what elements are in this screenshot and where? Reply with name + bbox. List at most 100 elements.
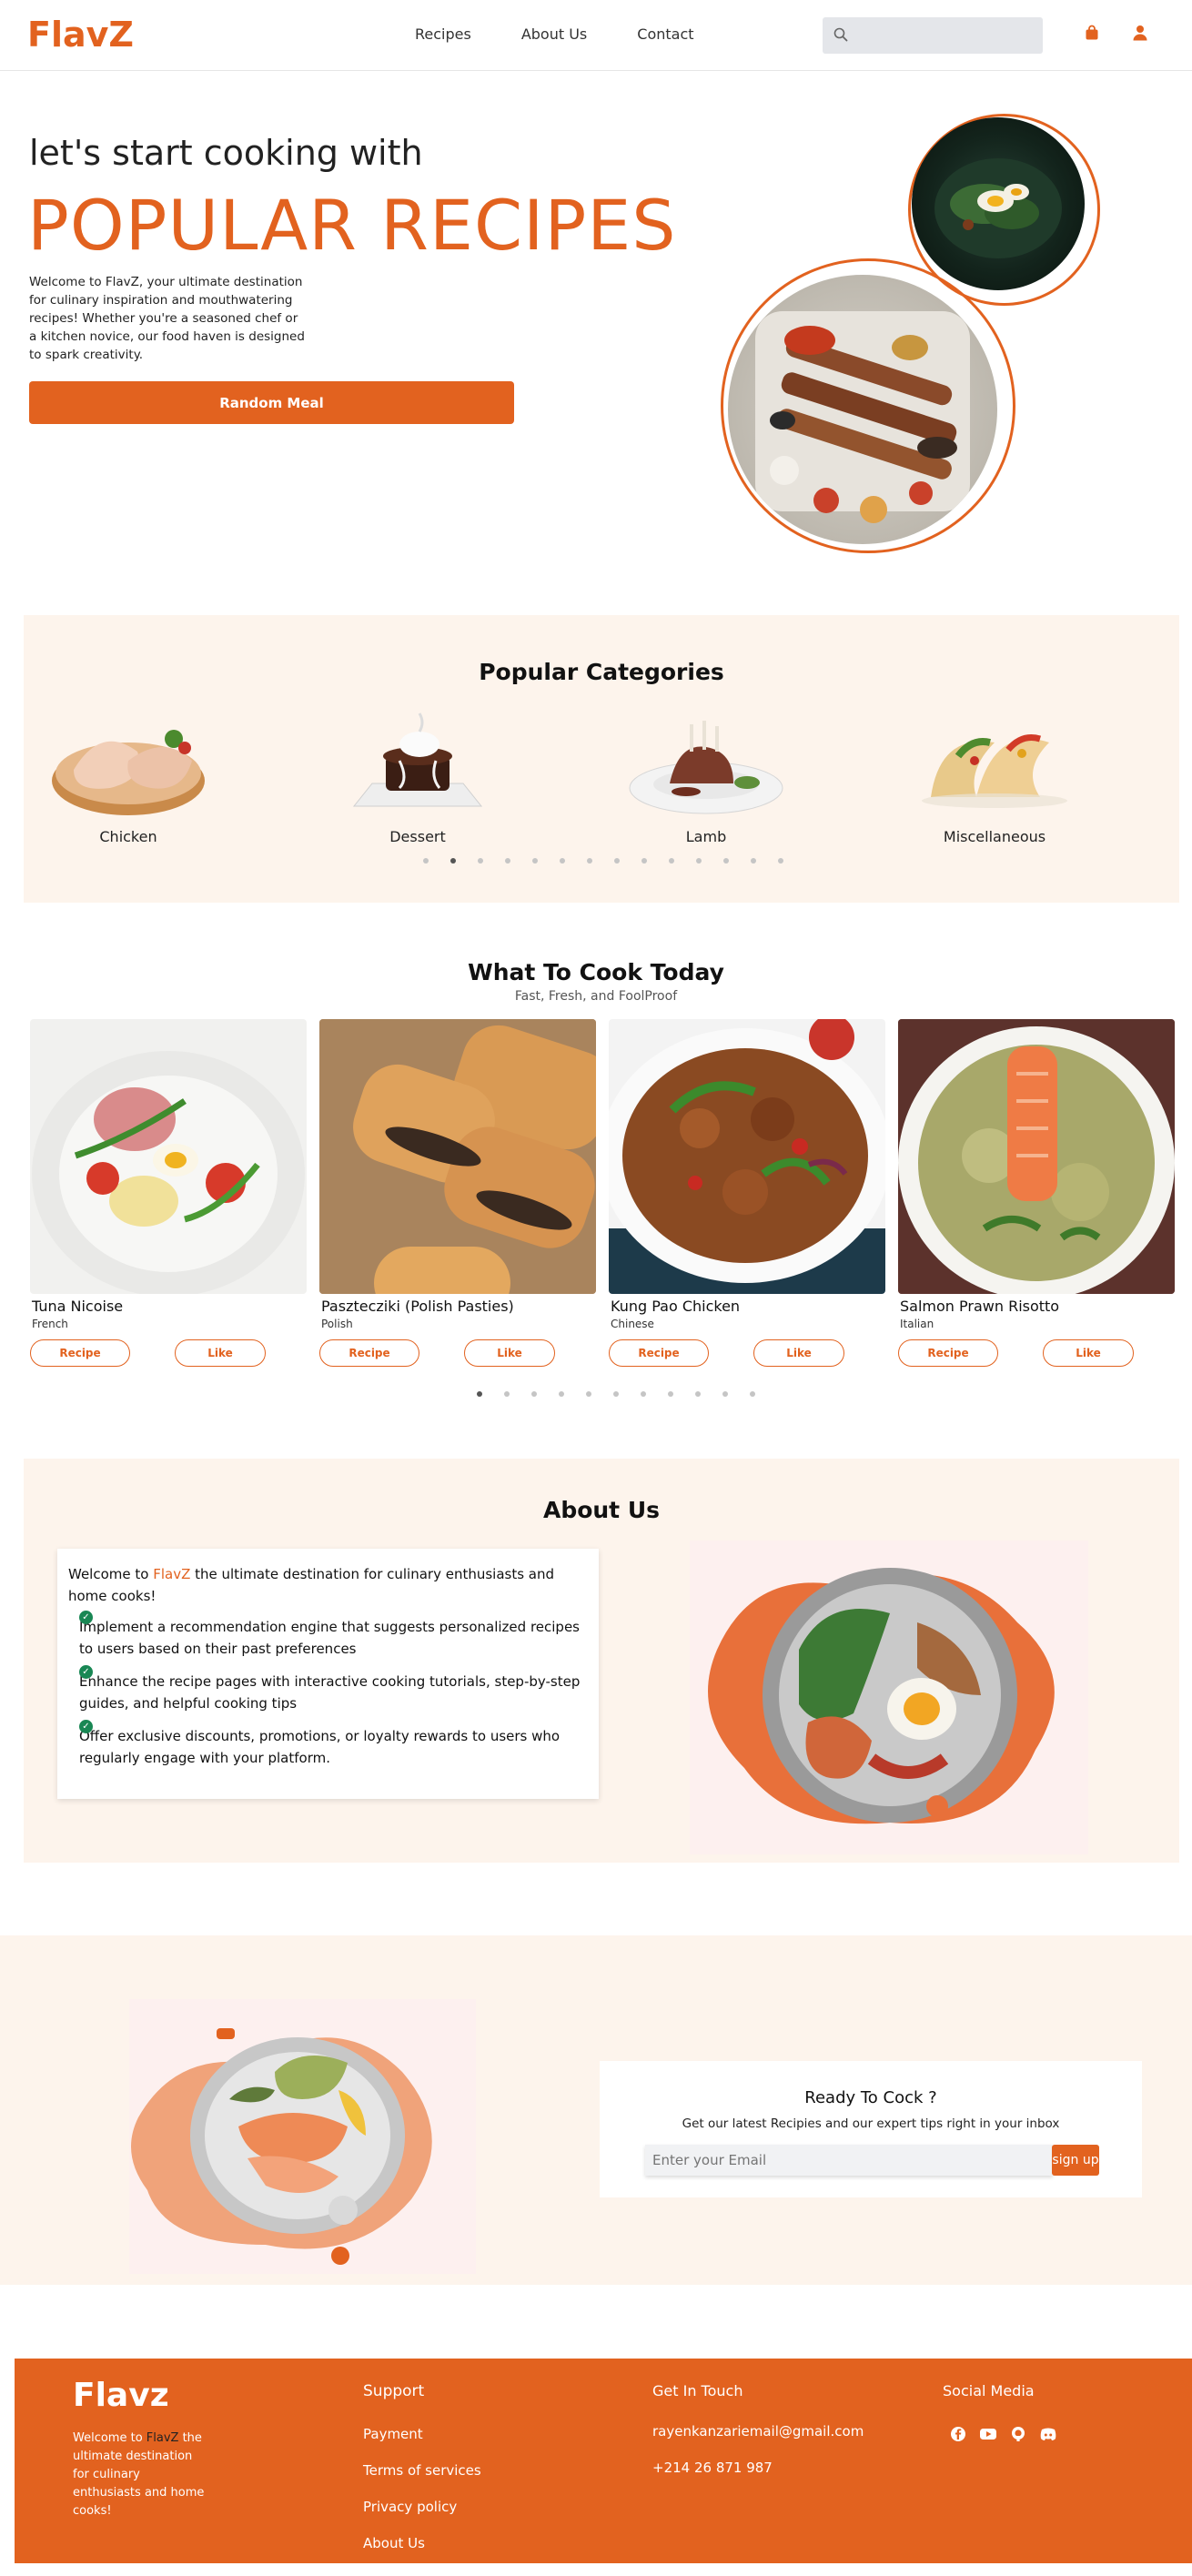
categories-section: Popular Categories Chicken Dessert Lamb … [24, 615, 1179, 903]
about-feature-item: ✓ Offer exclusive discounts, promotions, … [68, 1720, 588, 1769]
carousel-dot[interactable] [614, 858, 620, 864]
carousel-dot[interactable] [696, 858, 702, 864]
carousel-dot[interactable] [695, 1391, 701, 1397]
search-box [823, 17, 1043, 54]
category-chicken[interactable]: Chicken [37, 706, 219, 845]
category-label: Lamb [685, 828, 727, 845]
recipe-photo[interactable] [319, 1019, 596, 1294]
sign-up-button[interactable]: sign up [1052, 2145, 1099, 2176]
footer-brand: FlavZ [146, 2431, 179, 2445]
nav-link-recipes[interactable]: Recipes [415, 25, 471, 43]
like-button[interactable]: Like [175, 1339, 266, 1367]
like-button[interactable]: Like [1043, 1339, 1134, 1367]
carousel-dot[interactable] [723, 858, 729, 864]
footer: Flavz Welcome to FlavZ the ultimate dest… [15, 2359, 1192, 2563]
footer-email-link[interactable]: rayenkanzariemail@gmail.com [652, 2423, 864, 2440]
nav-link-about[interactable]: About Us [521, 25, 587, 43]
footer-link-payment[interactable]: Payment [363, 2426, 423, 2442]
check-icon: ✓ [79, 1720, 93, 1733]
carousel-dot[interactable] [722, 1391, 728, 1397]
newsletter-section: Ready To Cock ? Get our latest Recipies … [0, 1935, 1192, 2285]
recipe-name: Tuna Nicoise [32, 1298, 124, 1315]
navbar: FlavZ Recipes About Us Contact [0, 0, 1192, 71]
about-intro-text: Welcome to [68, 1566, 154, 1582]
carousel-dot[interactable] [778, 858, 783, 864]
discord-icon[interactable] [1039, 2426, 1057, 2446]
carousel-dot[interactable] [641, 858, 647, 864]
category-dessert[interactable]: Dessert [327, 706, 509, 845]
newsletter-illustration [129, 1999, 476, 2274]
random-meal-button[interactable]: Random Meal [29, 381, 514, 424]
carousel-dot[interactable] [423, 858, 429, 864]
about-section: About Us Welcome to FlavZ the ultimate d… [24, 1459, 1179, 1863]
check-icon: ✓ [79, 1665, 93, 1679]
footer-logo[interactable]: Flavz [73, 2377, 169, 2414]
check-icon: ✓ [79, 1611, 93, 1624]
recipe-photo[interactable] [898, 1019, 1175, 1294]
category-label: Chicken [99, 828, 157, 845]
recipe-photo[interactable] [609, 1019, 885, 1294]
carousel-dot[interactable] [641, 1391, 646, 1397]
carousel-dot[interactable] [613, 1391, 619, 1397]
category-miscellaneous[interactable]: Miscellaneous [904, 706, 1086, 845]
hero-dish-large [728, 275, 997, 544]
about-intro: Welcome to FlavZ the ultimate destinatio… [68, 1563, 588, 1607]
footer-description: Welcome to FlavZ the ultimate destinatio… [73, 2430, 211, 2520]
carousel-dot[interactable] [750, 1391, 755, 1397]
carousel-dot[interactable] [477, 1391, 482, 1397]
facebook-icon[interactable] [950, 2426, 966, 2446]
recipes-carousel-dots [477, 1391, 777, 1397]
recipe-button[interactable]: Recipe [30, 1339, 130, 1367]
footer-link-terms[interactable]: Terms of services [363, 2462, 481, 2479]
carousel-dot[interactable] [587, 858, 592, 864]
search-icon [833, 27, 848, 42]
recipe-area: Chinese [611, 1318, 654, 1330]
footer-social-icons [950, 2426, 1070, 2446]
category-lamb[interactable]: Lamb [615, 706, 797, 845]
newsletter-card: Ready To Cock ? Get our latest Recipies … [600, 2061, 1142, 2197]
recipe-name: Salmon Prawn Risotto [900, 1298, 1060, 1315]
logo[interactable]: FlavZ [27, 15, 134, 55]
recipe-area: Italian [900, 1318, 934, 1330]
nav-links: Recipes About Us Contact [415, 25, 744, 43]
user-icon[interactable] [1133, 25, 1147, 41]
carousel-dot[interactable] [505, 858, 510, 864]
about-features-list: ✓ Implement a recommendation engine that … [68, 1611, 588, 1769]
carousel-dot[interactable] [504, 1391, 510, 1397]
categories-carousel-dots [423, 858, 805, 864]
recipe-button[interactable]: Recipe [609, 1339, 709, 1367]
github-icon[interactable] [1010, 2426, 1026, 2446]
footer-link-about[interactable]: About Us [363, 2535, 425, 2551]
newsletter-title: Ready To Cock ? [804, 2088, 937, 2107]
carousel-dot[interactable] [669, 858, 674, 864]
recipe-button[interactable]: Recipe [319, 1339, 419, 1367]
carousel-dot[interactable] [450, 858, 456, 864]
recipe-name: Pasztecziki (Polish Pasties) [321, 1298, 514, 1315]
recipe-photo[interactable] [30, 1019, 307, 1294]
footer-support-title: Support [363, 2382, 425, 2400]
carousel-dot[interactable] [532, 858, 538, 864]
hero-headline: POPULAR RECIPES [27, 185, 677, 266]
carousel-dot[interactable] [668, 1391, 673, 1397]
categories-title: Popular Categories [479, 659, 724, 685]
like-button[interactable]: Like [464, 1339, 555, 1367]
like-button[interactable]: Like [753, 1339, 844, 1367]
nav-link-contact[interactable]: Contact [637, 25, 693, 43]
hero-description: Welcome to FlavZ, your ultimate destinat… [29, 275, 305, 362]
about-feature-text: Enhance the recipe pages with interactiv… [79, 1673, 581, 1712]
carousel-dot[interactable] [559, 1391, 564, 1397]
about-feature-item: ✓ Enhance the recipe pages with interacti… [68, 1665, 588, 1714]
carousel-dot[interactable] [586, 1391, 591, 1397]
carousel-dot[interactable] [751, 858, 756, 864]
about-feature-text: Offer exclusive discounts, promotions, o… [79, 1728, 561, 1766]
carousel-dot[interactable] [560, 858, 565, 864]
footer-link-privacy[interactable]: Privacy policy [363, 2499, 457, 2515]
carousel-dot[interactable] [478, 858, 483, 864]
email-field[interactable] [645, 2145, 1053, 2176]
search-input[interactable] [855, 17, 1037, 54]
carousel-dot[interactable] [531, 1391, 537, 1397]
recipe-area: French [32, 1318, 68, 1330]
recipe-button[interactable]: Recipe [898, 1339, 998, 1367]
shopping-bag-icon[interactable] [1085, 25, 1099, 41]
youtube-icon[interactable] [979, 2426, 997, 2446]
